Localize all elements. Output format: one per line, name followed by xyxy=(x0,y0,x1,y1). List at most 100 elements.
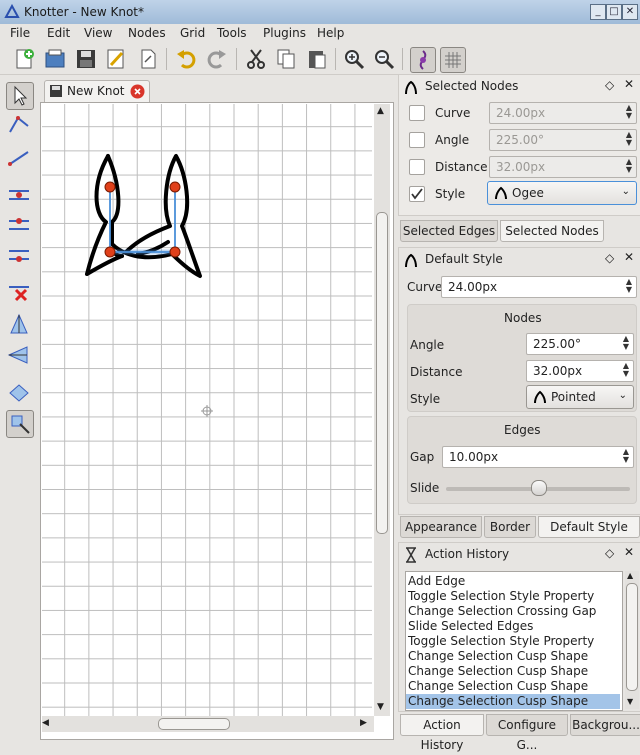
menu-help[interactable]: Help xyxy=(317,26,344,40)
gap-spinbox[interactable]: 10.00px ▲ ▼ xyxy=(442,446,634,468)
history-item[interactable]: Change Selection Crossing Gap xyxy=(408,604,596,619)
curve-spinbox[interactable]: 24.00px ▲ ▼ xyxy=(441,276,637,298)
close-dock-icon[interactable]: ✕ xyxy=(624,250,634,264)
edge-chain-icon[interactable] xyxy=(6,112,32,138)
edge-line-icon[interactable] xyxy=(6,144,32,170)
menu-view[interactable]: View xyxy=(84,26,112,40)
zoom-out-icon[interactable] xyxy=(372,47,396,71)
menu-file[interactable]: File xyxy=(10,26,30,40)
tab-selected-edges[interactable]: Selected Edges xyxy=(400,220,498,242)
paste-icon[interactable] xyxy=(305,47,329,71)
open-icon[interactable] xyxy=(43,47,67,71)
close-tab-icon[interactable] xyxy=(130,84,145,99)
horizontal-scroll-thumb[interactable] xyxy=(158,718,230,730)
flip-horizontal-icon[interactable] xyxy=(6,342,32,368)
redo-icon[interactable] xyxy=(205,47,229,71)
edit-icon[interactable] xyxy=(104,47,128,71)
horizontal-scrollbar[interactable]: ◀ ▶ xyxy=(42,716,374,732)
float-dock-icon[interactable]: ◇ xyxy=(605,251,614,265)
tab-selected-nodes[interactable]: Selected Nodes xyxy=(500,220,604,242)
close-dock-icon[interactable]: ✕ xyxy=(624,77,634,91)
history-item[interactable]: Slide Selected Edges xyxy=(408,619,533,634)
export-icon[interactable] xyxy=(136,47,160,71)
history-item[interactable]: Toggle Selection Style Property xyxy=(408,634,594,649)
close-window-button[interactable]: ✕ xyxy=(622,4,638,20)
distance-checkbox[interactable] xyxy=(409,159,425,175)
copy-icon[interactable] xyxy=(274,47,298,71)
menu-grid[interactable]: Grid xyxy=(180,26,205,40)
minimize-button[interactable]: _ xyxy=(590,4,606,20)
scale-icon[interactable] xyxy=(6,410,34,438)
grid-icon[interactable] xyxy=(440,47,466,73)
curve-checkbox[interactable] xyxy=(409,105,425,121)
history-item[interactable]: Change Selection Cusp Shape xyxy=(406,694,620,709)
menu-plugins[interactable]: Plugins xyxy=(263,26,306,40)
spin-arrows-icon[interactable]: ▲ ▼ xyxy=(626,131,632,147)
float-dock-icon[interactable]: ◇ xyxy=(605,78,614,92)
maximize-button[interactable]: □ xyxy=(606,4,622,20)
tab-border[interactable]: Border xyxy=(484,516,536,538)
link-nodes-icon[interactable] xyxy=(6,242,32,268)
distance-spinbox[interactable]: 32.00px ▲ ▼ xyxy=(526,360,634,382)
menu-tools[interactable]: Tools xyxy=(217,26,247,40)
scroll-up-icon[interactable]: ▲ xyxy=(377,106,384,116)
save-icon[interactable] xyxy=(74,47,98,71)
history-scrollbar[interactable]: ▲ ▼ xyxy=(625,571,639,709)
tab-background[interactable]: Backgrou... xyxy=(570,714,640,736)
insert-node-icon[interactable] xyxy=(6,212,32,238)
flip-vertical-icon[interactable] xyxy=(6,312,32,338)
scroll-down-icon[interactable]: ▼ xyxy=(627,697,633,706)
style-checkbox[interactable] xyxy=(409,186,425,202)
history-item[interactable]: Change Selection Cusp Shape xyxy=(408,664,588,679)
tab-default-style[interactable]: Default Style xyxy=(538,516,640,538)
scroll-right-icon[interactable]: ▶ xyxy=(360,718,367,728)
angle-spinbox[interactable]: 225.00° ▲ ▼ xyxy=(526,333,634,355)
delete-icon[interactable] xyxy=(6,278,32,304)
spin-arrows-icon[interactable]: ▲ ▼ xyxy=(623,448,629,464)
document-tab[interactable]: New Knot xyxy=(44,80,150,103)
spin-arrows-icon[interactable]: ▲ ▼ xyxy=(626,104,632,120)
vertical-scroll-thumb[interactable] xyxy=(376,212,388,534)
undo-icon[interactable] xyxy=(174,47,198,71)
cut-icon[interactable] xyxy=(244,47,268,71)
menu-nodes[interactable]: Nodes xyxy=(128,26,166,40)
scroll-down-icon[interactable]: ▼ xyxy=(377,702,384,712)
history-item[interactable]: Change Selection Cusp Shape xyxy=(408,679,588,694)
zoom-in-icon[interactable] xyxy=(342,47,366,71)
menu-edit[interactable]: Edit xyxy=(47,26,70,40)
select-pointer-icon[interactable] xyxy=(6,82,34,110)
node-handle[interactable] xyxy=(169,181,181,193)
node-handle[interactable] xyxy=(104,246,116,258)
history-scroll-thumb[interactable] xyxy=(626,583,638,691)
knot-view-icon[interactable] xyxy=(410,47,436,73)
spin-arrows-icon[interactable]: ▲ ▼ xyxy=(623,335,629,351)
tab-configure-grid[interactable]: Configure G... xyxy=(486,714,568,752)
knot-canvas[interactable] xyxy=(42,104,372,716)
tab-appearance[interactable]: Appearance xyxy=(400,516,482,538)
style-dropdown[interactable]: Ogee ⌄ xyxy=(487,181,637,205)
history-item[interactable]: Toggle Selection Style Property xyxy=(408,589,594,604)
style-dropdown[interactable]: Pointed ⌄ xyxy=(526,385,634,409)
spin-arrows-icon[interactable]: ▲ ▼ xyxy=(626,278,632,294)
node-handle[interactable] xyxy=(169,246,181,258)
scroll-left-icon[interactable]: ◀ xyxy=(42,718,49,728)
new-file-icon[interactable] xyxy=(12,47,36,71)
scroll-up-icon[interactable]: ▲ xyxy=(627,571,633,580)
slide-slider-handle[interactable] xyxy=(531,480,547,496)
distance-spinbox[interactable]: 32.00px ▲ ▼ xyxy=(489,156,637,178)
history-item[interactable]: Add Edge xyxy=(408,574,465,589)
history-item[interactable]: Change Selection Cusp Shape xyxy=(408,649,588,664)
tab-action-history[interactable]: Action History xyxy=(400,714,484,752)
history-list[interactable]: Add Edge Toggle Selection Style Property C… xyxy=(405,571,623,711)
vertical-scrollbar[interactable]: ▲ ▼ xyxy=(374,104,390,716)
angle-spinbox[interactable]: 225.00° ▲ ▼ xyxy=(489,129,637,151)
node-handle[interactable] xyxy=(104,181,116,193)
merge-icon[interactable] xyxy=(6,380,32,406)
float-dock-icon[interactable]: ◇ xyxy=(605,546,614,560)
close-dock-icon[interactable]: ✕ xyxy=(624,545,634,559)
spin-arrows-icon[interactable]: ▲ ▼ xyxy=(626,158,632,174)
insert-edge-node-icon[interactable] xyxy=(6,182,32,208)
spin-arrows-icon[interactable]: ▲ ▼ xyxy=(623,362,629,378)
curve-spinbox[interactable]: 24.00px ▲ ▼ xyxy=(489,102,637,124)
angle-checkbox[interactable] xyxy=(409,132,425,148)
